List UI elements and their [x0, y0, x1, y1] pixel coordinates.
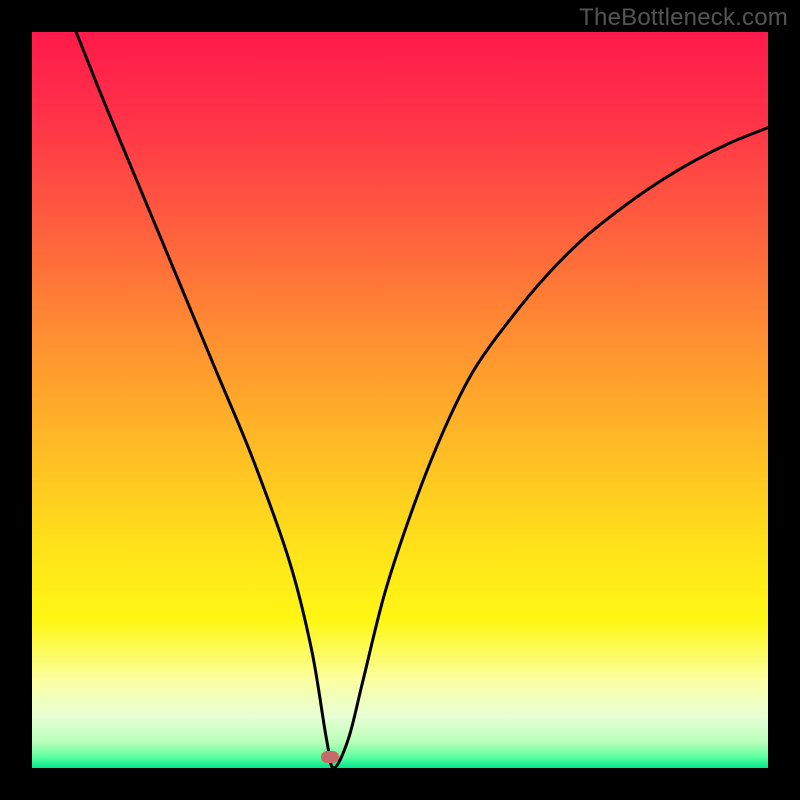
optimal-point-marker — [321, 751, 339, 763]
curve-path — [76, 32, 768, 768]
bottleneck-curve — [32, 32, 768, 768]
root-stage: TheBottleneck.com — [0, 0, 800, 800]
plot-area — [32, 32, 768, 768]
watermark-text: TheBottleneck.com — [579, 4, 788, 32]
